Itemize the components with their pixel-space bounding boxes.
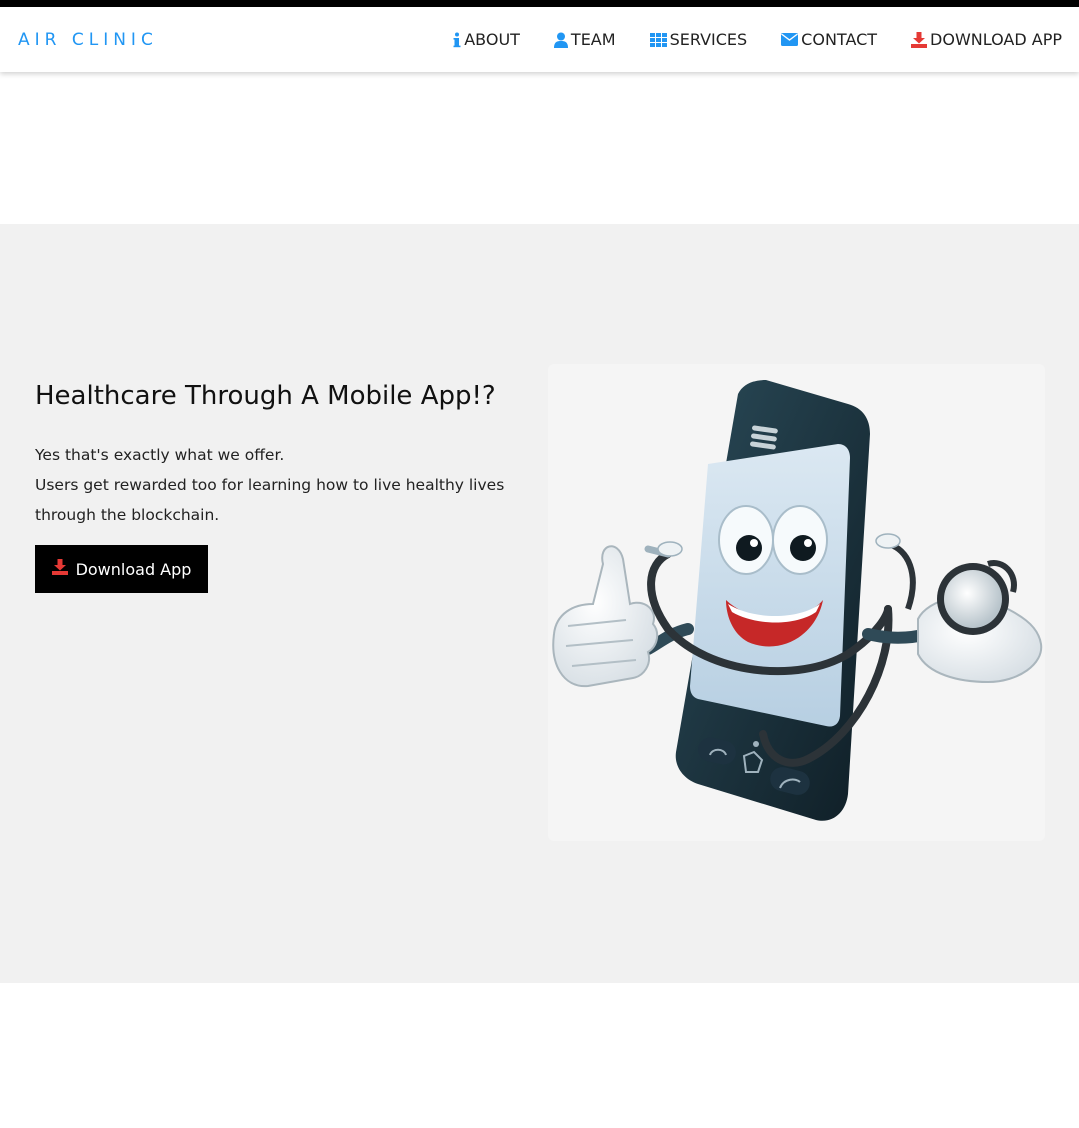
hero-description: Yes that's exactly what we offer. Users … [35, 440, 515, 530]
nav-team[interactable]: TEAM [553, 30, 616, 49]
nav-contact-label: CONTACT [801, 30, 878, 49]
nav-services[interactable]: SERVICES [649, 30, 748, 49]
download-app-button-label: Download App [75, 559, 192, 579]
nav-about[interactable]: ABOUT [453, 30, 520, 49]
envelope-icon [781, 33, 799, 46]
navbar: AIR CLINIC ABOUT TEAM SERVICES CONTACT D… [0, 7, 1079, 72]
download-app-button[interactable]: Download App [35, 545, 208, 593]
nav-about-label: ABOUT [464, 30, 520, 49]
nav-links: ABOUT TEAM SERVICES CONTACT DOWNLOAD APP [453, 30, 1062, 49]
info-icon [453, 32, 461, 48]
grid-icon [649, 32, 667, 47]
nav-contact[interactable]: CONTACT [781, 30, 877, 49]
user-icon [553, 32, 568, 48]
download-icon [51, 559, 68, 579]
hero-line: Users get rewarded too for learning how … [35, 476, 505, 494]
nav-download-app-label: DOWNLOAD APP [930, 30, 1062, 49]
hero-line: through the blockchain. [35, 506, 220, 524]
nav-services-label: SERVICES [669, 30, 748, 49]
top-strip [0, 0, 1079, 7]
brand-logo[interactable]: AIR CLINIC [18, 30, 158, 50]
download-icon [911, 31, 928, 48]
nav-team-label: TEAM [570, 30, 616, 49]
nav-download-app[interactable]: DOWNLOAD APP [911, 30, 1062, 49]
phone-doctor-illustration [548, 364, 1045, 841]
hero-title: Healthcare Through A Mobile App!? [35, 381, 496, 411]
hero-line: Yes that's exactly what we offer. [35, 446, 285, 464]
